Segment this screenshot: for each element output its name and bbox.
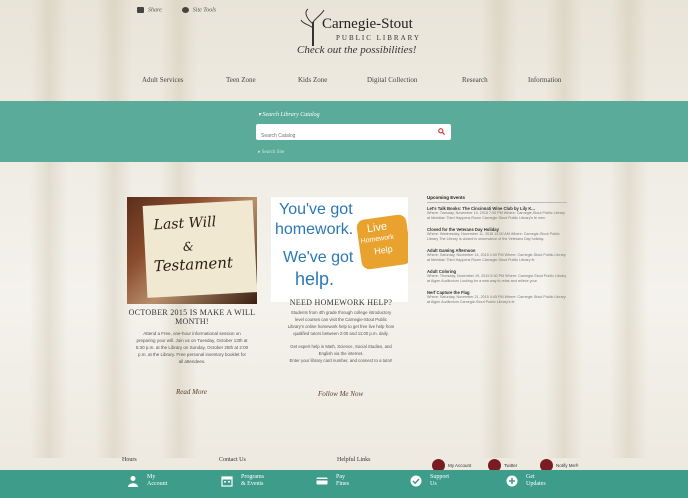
main-nav: Adult Services Teen Zone Kids Zone Digit… bbox=[0, 76, 688, 86]
card-icon bbox=[316, 477, 328, 485]
footer-hours[interactable]: Hours bbox=[122, 457, 137, 463]
utility-links: Share Site Tools bbox=[137, 7, 216, 13]
will-read-more[interactable]: Read More bbox=[176, 388, 207, 396]
footer-contact[interactable]: Contact Us bbox=[219, 457, 246, 463]
plus-icon bbox=[506, 475, 518, 487]
homework-heading[interactable]: NEED HOMEWORK HELP? bbox=[266, 298, 416, 307]
bottom-get-updates[interactable]: Get Updates bbox=[506, 474, 546, 488]
check-icon bbox=[410, 475, 422, 487]
event-item[interactable]: Adult Coloring Where: Thursday, November… bbox=[427, 269, 567, 284]
will-heading[interactable]: OCTOBER 2015 IS MAKE A WILL MONTH! bbox=[118, 308, 266, 326]
will-line-2: & bbox=[182, 239, 194, 254]
will-line-3: Testament bbox=[153, 253, 234, 276]
footer-helpful-links[interactable]: Helpful Links bbox=[337, 457, 371, 463]
homework-feature-text: NEED HOMEWORK HELP? Students from 4th gr… bbox=[266, 298, 416, 364]
nav-digital-collection[interactable]: Digital Collection bbox=[367, 76, 417, 84]
will-image[interactable]: Last Will & Testament bbox=[127, 197, 257, 304]
bottom-pay-fines[interactable]: Pay Fines bbox=[316, 474, 349, 488]
nav-kids-zone[interactable]: Kids Zone bbox=[298, 76, 327, 84]
bottom-my-account[interactable]: My Account bbox=[127, 474, 167, 488]
upcoming-events: Upcoming Events Let's Talk Books: The Ci… bbox=[427, 195, 567, 345]
search-input[interactable] bbox=[256, 128, 431, 144]
homework-read-more[interactable]: Follow Me Now bbox=[318, 390, 363, 398]
hw-line-4: help. bbox=[295, 269, 335, 289]
bottom-action-bar: My Account Programs & Events Pay Fines S… bbox=[0, 470, 688, 498]
hw-line-3: We've got bbox=[283, 249, 354, 266]
nav-adult-services[interactable]: Adult Services bbox=[142, 76, 183, 84]
search-band: ▾ Search Library Catalog ▸ Search Site bbox=[0, 101, 688, 162]
nav-teen-zone[interactable]: Teen Zone bbox=[226, 76, 256, 84]
events-header: Upcoming Events bbox=[427, 195, 567, 203]
bottom-support-us[interactable]: Support Us bbox=[410, 474, 449, 488]
hw-line-1: You've got bbox=[279, 201, 353, 218]
search-site-toggle[interactable]: ▸ Search Site bbox=[258, 149, 284, 155]
search-icon[interactable] bbox=[438, 128, 445, 135]
homework-image[interactable]: You've got homework. We've got help. Liv… bbox=[271, 197, 408, 302]
will-feature-text: OCTOBER 2015 IS MAKE A WILL MONTH! Atten… bbox=[118, 308, 266, 365]
gear-icon bbox=[181, 7, 189, 13]
event-item[interactable]: Nerf Capture the Flag Where: Saturday, N… bbox=[427, 290, 567, 305]
will-line-1: Last Will bbox=[153, 214, 217, 234]
live-homework-help-badge: Live Homework Help bbox=[355, 213, 408, 271]
will-body: Attend a Free, one-hour informational se… bbox=[135, 331, 249, 364]
logo-tagline: Check out the possibilities! bbox=[297, 44, 417, 56]
person-icon bbox=[128, 476, 138, 487]
site-tools-link[interactable]: Site Tools bbox=[181, 7, 216, 13]
share-link[interactable]: Share bbox=[137, 7, 162, 13]
logo-subtitle: PUBLIC LIBRARY bbox=[336, 34, 421, 42]
logo-name: Carnegie-Stout bbox=[322, 16, 413, 32]
nav-information[interactable]: Information bbox=[528, 76, 561, 84]
search-catalog-title[interactable]: ▾ Search Library Catalog bbox=[258, 111, 320, 118]
homework-body: Students from 4th grade through college … bbox=[287, 310, 395, 363]
hw-line-2: homework. bbox=[275, 221, 354, 238]
calendar-icon bbox=[221, 476, 233, 487]
bottom-programs-events[interactable]: Programs & Events bbox=[221, 474, 264, 488]
search-box bbox=[256, 124, 451, 144]
nav-research[interactable]: Research bbox=[462, 76, 488, 84]
share-icon bbox=[137, 7, 144, 13]
event-item[interactable]: Adult Gaming Afternoon Where: Saturday, … bbox=[427, 248, 567, 263]
event-item[interactable]: Closed for the Veterans Day Holiday Wher… bbox=[427, 227, 567, 242]
event-item[interactable]: Let's Talk Books: The Cincinnati Wine Cl… bbox=[427, 206, 567, 221]
library-logo[interactable]: Carnegie-Stout PUBLIC LIBRARY Check out … bbox=[297, 8, 421, 63]
